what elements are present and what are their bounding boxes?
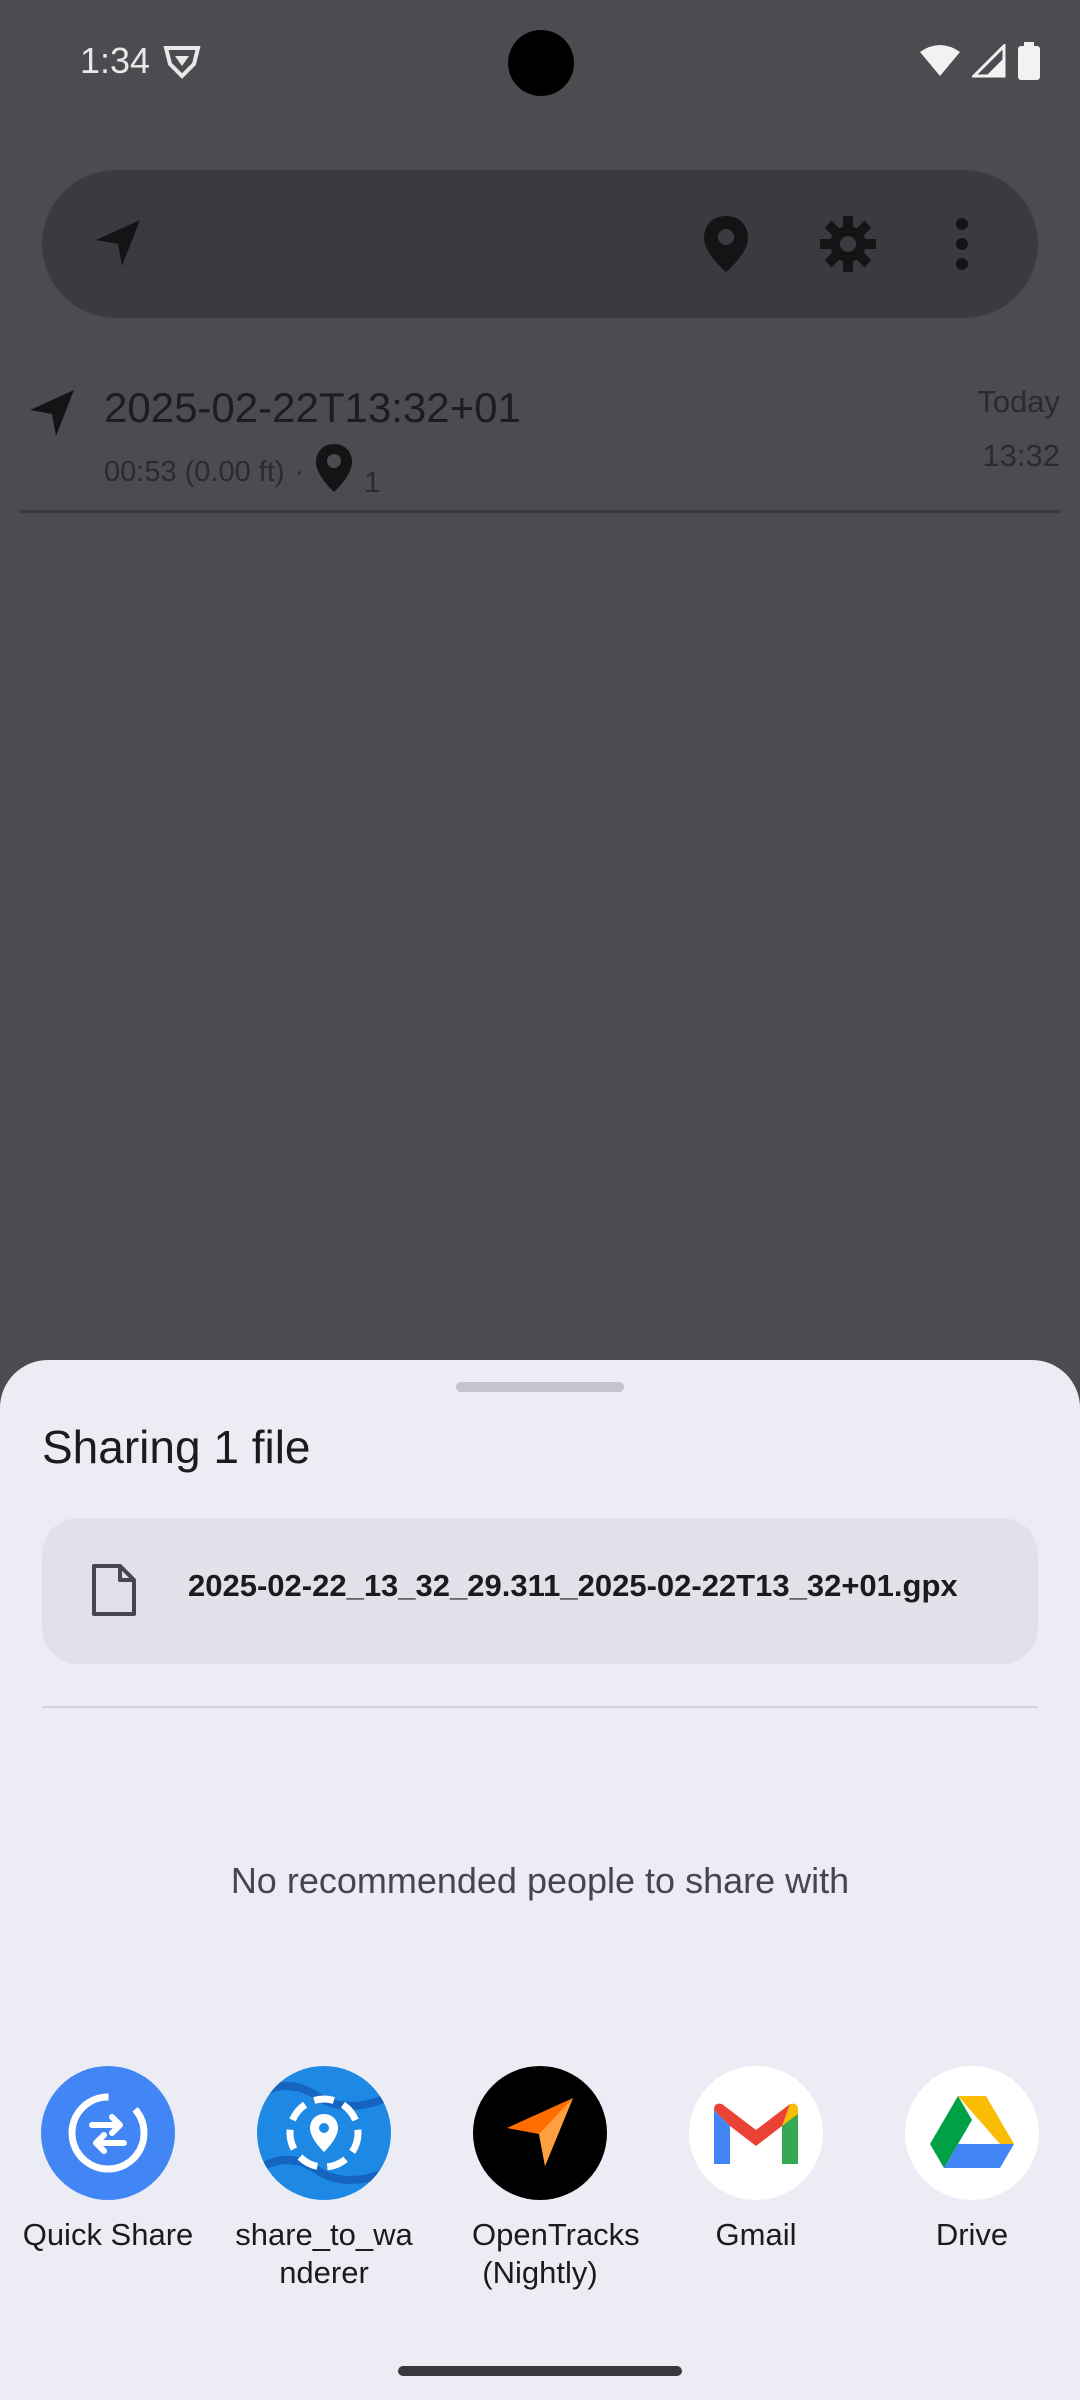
share-target-opentracks[interactable]: OpenTracks (Nightly) (432, 2066, 648, 2292)
share-target-drive[interactable]: Drive (864, 2066, 1080, 2254)
share-sheet-title: Sharing 1 file (42, 1421, 311, 1473)
share-target-label: OpenTracks (Nightly) (472, 2217, 640, 2290)
gmail-icon (689, 2066, 823, 2200)
share-sheet: Sharing 1 file 2025-02-22_13_32_29.311_2… (0, 1360, 1080, 2400)
more-vert-icon[interactable] (950, 214, 974, 279)
drive-icon (905, 2066, 1039, 2200)
track-duration-distance: 00:53 (0.00 ft) (104, 455, 285, 488)
track-navigation-icon (22, 384, 82, 449)
wifi-icon (920, 45, 960, 76)
opentracks-icon (473, 2066, 607, 2200)
gesture-nav-bar[interactable] (398, 2366, 682, 2376)
drag-handle[interactable] (456, 1382, 624, 1392)
status-time: 1:34 (80, 40, 151, 81)
system-icons (920, 42, 1040, 80)
battery-icon (1018, 42, 1040, 80)
share-target-label: share_to_wanderer (235, 2217, 413, 2290)
list-divider (20, 510, 1060, 513)
sheet-divider (42, 1706, 1038, 1708)
no-recommended-people-message: No recommended people to share with (230, 1860, 850, 1901)
wanderer-icon (257, 2066, 391, 2200)
track-marker-icon (314, 442, 354, 502)
camera-cutout (508, 30, 574, 96)
file-icon (90, 1562, 138, 1623)
marker-icon[interactable] (700, 214, 752, 279)
quick-share-icon (41, 2066, 175, 2200)
share-target-quick-share[interactable]: Quick Share (0, 2066, 216, 2254)
track-list-item[interactable]: 2025-02-22T13:32+01 00:53 (0.00 ft) · 1 … (0, 370, 1080, 510)
track-title: 2025-02-22T13:32+01 (104, 384, 521, 431)
navigation-arrow-icon[interactable] (88, 214, 148, 279)
share-targets: Quick Share share_to_wanderer OpenTracks… (0, 2066, 1080, 2326)
share-target-wanderer[interactable]: share_to_wanderer (216, 2066, 432, 2292)
status-bar: 1:34 (0, 0, 1080, 128)
top-toolbar (42, 170, 1038, 318)
share-target-label: Drive (935, 2217, 1009, 2252)
share-target-label: Gmail (715, 2217, 797, 2252)
track-separator: · (294, 455, 305, 488)
shared-file-card: 2025-02-22_13_32_29.311_2025-02-22T13_32… (42, 1518, 1038, 1664)
settings-gear-icon[interactable] (818, 214, 878, 279)
track-date: Today (977, 384, 1060, 419)
share-target-gmail[interactable]: Gmail (648, 2066, 864, 2254)
track-marker-count: 1 (364, 466, 381, 499)
vpn-shield-icon (162, 44, 202, 85)
track-stats: 00:53 (0.00 ft) · 1 (104, 442, 380, 502)
track-time: 13:32 (982, 438, 1060, 473)
cell-signal-icon (972, 44, 1006, 78)
share-target-label: Quick Share (22, 2217, 194, 2252)
shared-file-name: 2025-02-22_13_32_29.311_2025-02-22T13_32… (188, 1568, 958, 1603)
